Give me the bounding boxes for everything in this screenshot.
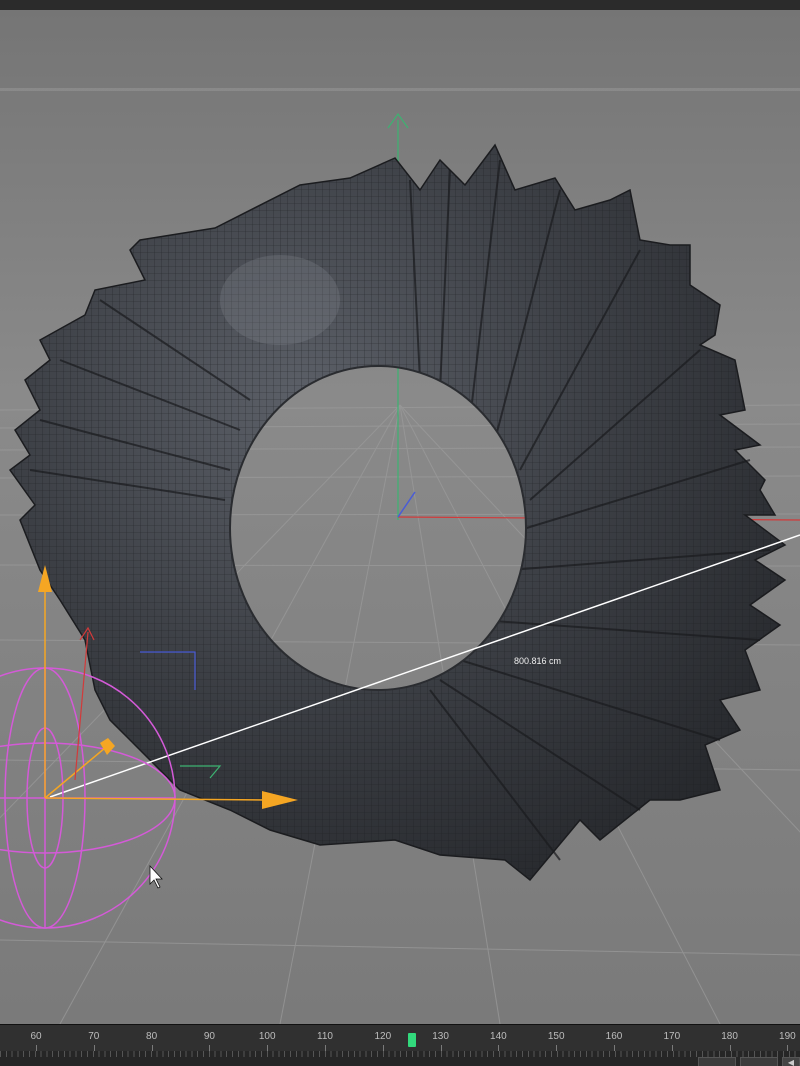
timeline[interactable]: 60 70 80 90 100 110 120 130 140 150 160 170 180 190 ◀ <box>0 1024 800 1066</box>
horizon-band <box>0 88 800 91</box>
timeline-tick-label: 160 <box>605 1031 623 1042</box>
timeline-tick-label: 120 <box>374 1031 392 1042</box>
timeline-tick-label: 100 <box>258 1031 276 1042</box>
timeline-tick-label: 190 <box>779 1031 796 1042</box>
timeline-tick-label: 130 <box>432 1031 449 1042</box>
timeline-tick-label: 180 <box>721 1031 738 1042</box>
cinema4d-window: 800.816 cm 60 70 80 90 100 110 120 130 140 150 160… <box>0 0 800 1066</box>
timeline-controls: ◀ <box>698 1057 800 1066</box>
timeline-playhead[interactable] <box>407 1033 416 1047</box>
viewport-canvas[interactable] <box>0 10 800 1024</box>
timeline-ruler[interactable]: 60 70 80 90 100 110 120 130 140 150 160 170 180 190 <box>0 1025 800 1051</box>
timeline-tick-label: 140 <box>490 1031 507 1042</box>
timeline-minor-ticks <box>0 1051 800 1057</box>
timeline-tick-label: 80 <box>146 1031 158 1042</box>
timeline-tick-label: 150 <box>547 1031 565 1042</box>
timeline-tick-label: 90 <box>203 1031 215 1042</box>
frame-start-field[interactable] <box>698 1057 736 1066</box>
timeline-tick-label: 60 <box>30 1031 42 1042</box>
timeline-tick-label: 170 <box>663 1031 681 1042</box>
3d-viewport[interactable]: 800.816 cm <box>0 10 800 1024</box>
go-to-start-icon[interactable]: ◀ <box>782 1057 800 1066</box>
measurement-label: 800.816 cm <box>514 656 562 666</box>
timeline-tick-label: 70 <box>88 1031 100 1042</box>
frame-end-field[interactable] <box>740 1057 778 1066</box>
timeline-tick-label: 110 <box>317 1031 333 1042</box>
